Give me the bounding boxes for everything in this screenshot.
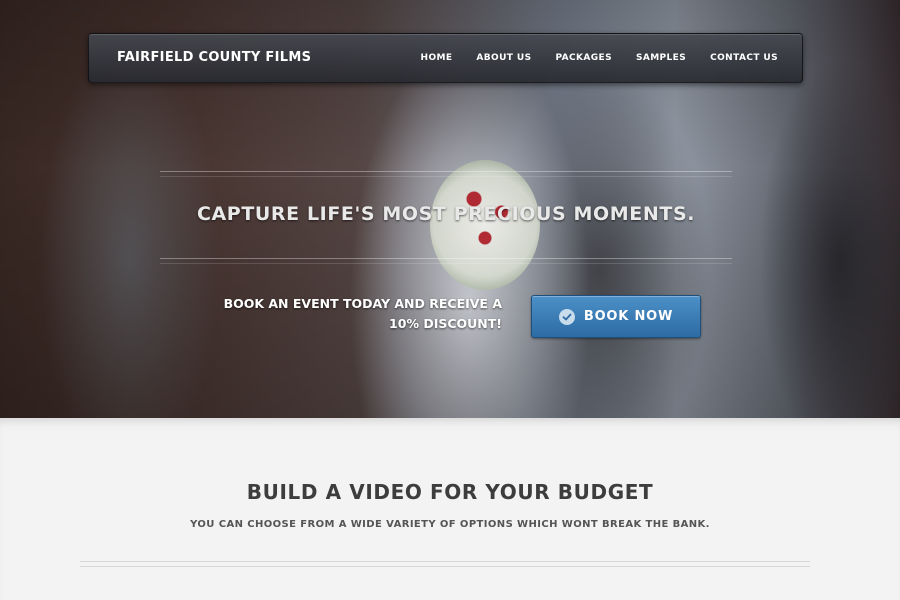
nav-home[interactable]: HOME (421, 53, 453, 63)
tagline-bottom-divider-2 (160, 263, 732, 264)
budget-subtitle: YOU CAN CHOOSE FROM A WIDE VARIETY OF OP… (190, 519, 710, 530)
tagline-top-divider (160, 171, 732, 172)
bouquet-image (430, 160, 540, 290)
nav-about-us[interactable]: ABOUT US (476, 53, 531, 63)
budget-title: BUILD A VIDEO FOR YOUR BUDGET (246, 480, 654, 504)
book-now-label: BOOK NOW (583, 309, 674, 324)
nav-links: HOME ABOUT US PACKAGES SAMPLES CONTACT U… (397, 53, 778, 63)
book-now-button[interactable]: BOOK NOW (531, 295, 701, 338)
nav-contact-us[interactable]: CONTACT US (710, 53, 778, 63)
budget-section: BUILD A VIDEO FOR YOUR BUDGET YOU CAN CH… (0, 418, 900, 600)
promo-text: BOOK AN EVENT TODAY AND RECEIVE A 10% DI… (200, 294, 502, 334)
tagline-bottom-divider (160, 258, 732, 259)
check-circle-icon (558, 308, 575, 325)
tagline-top-divider-2 (160, 176, 732, 177)
section-divider (80, 561, 810, 562)
nav-samples[interactable]: SAMPLES (636, 53, 686, 63)
promo-line-2: 10% DISCOUNT! (389, 316, 502, 331)
hero-tagline: CAPTURE LIFE'S MOST PRECIOUS MOMENTS. (196, 203, 696, 225)
section-divider-2 (80, 566, 810, 567)
brand-logo-link[interactable]: FAIRFIELD COUNTY FILMS (117, 50, 311, 65)
promo-line-1: BOOK AN EVENT TODAY AND RECEIVE A (223, 296, 502, 311)
nav-packages[interactable]: PACKAGES (555, 53, 612, 63)
navbar: FAIRFIELD COUNTY FILMS HOME ABOUT US PAC… (88, 33, 803, 83)
